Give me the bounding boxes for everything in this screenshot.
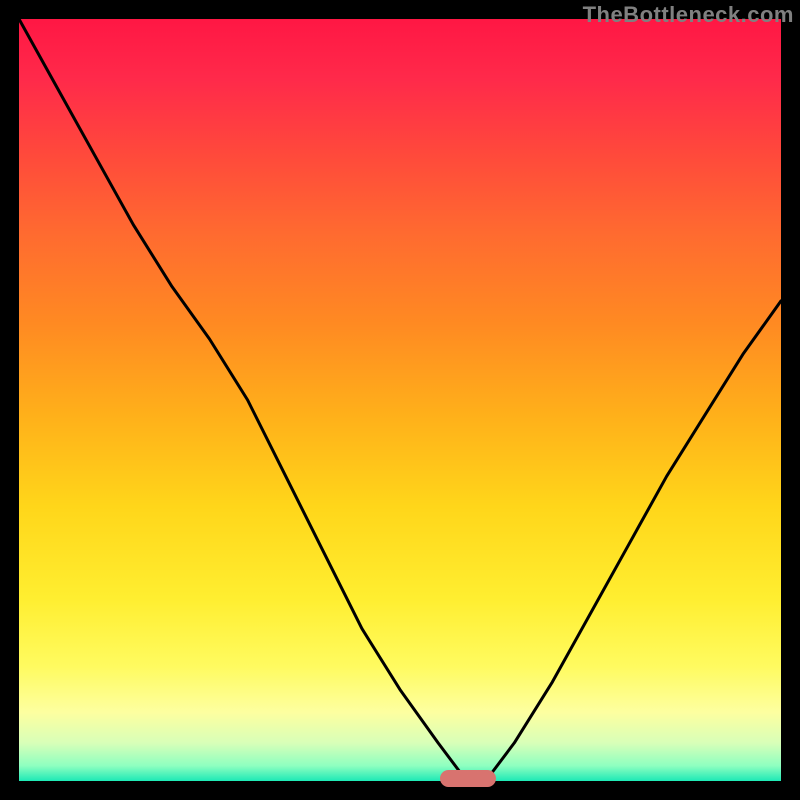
- optimum-marker: [440, 770, 496, 787]
- watermark-text: TheBottleneck.com: [583, 2, 794, 28]
- curve-svg: [19, 19, 781, 781]
- chart-frame: TheBottleneck.com: [0, 0, 800, 800]
- bottleneck-curve-path: [19, 19, 781, 781]
